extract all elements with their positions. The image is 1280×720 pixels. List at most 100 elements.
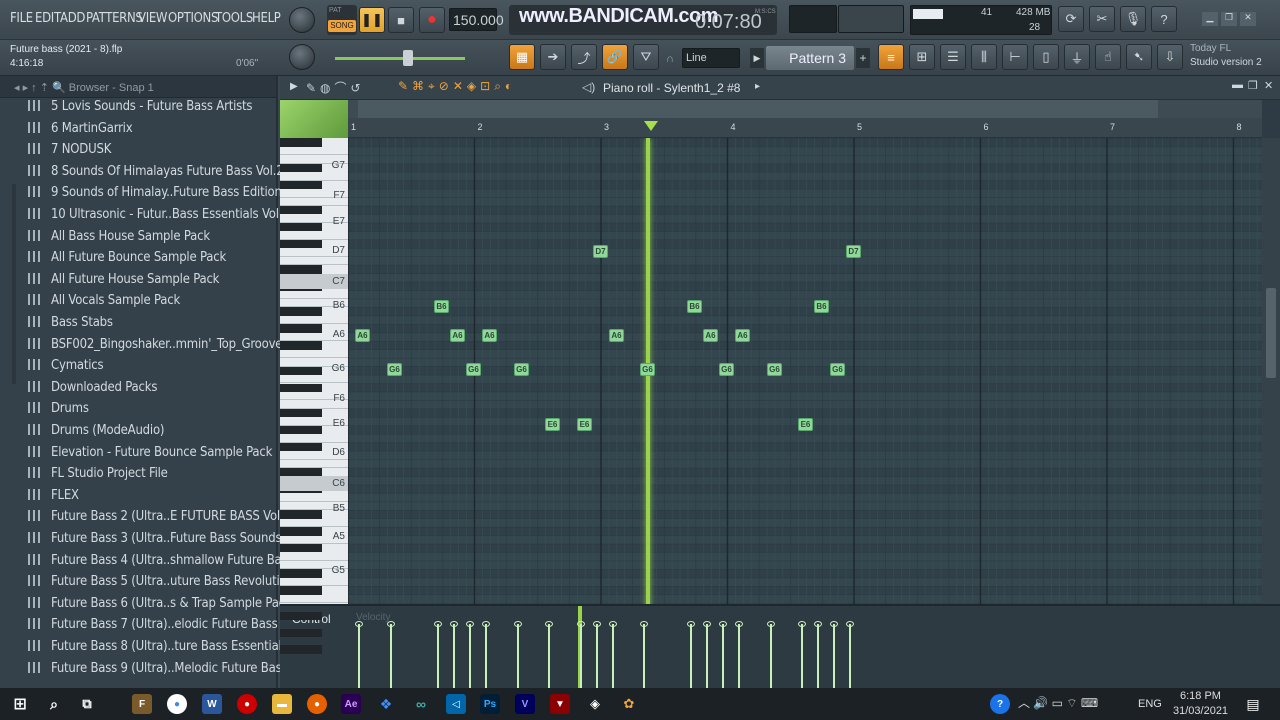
black-key[interactable] [280,239,322,249]
fl-studio-icon[interactable]: F [132,694,152,714]
pat-song-switch[interactable]: PAT SONG [327,5,357,35]
velocity-bar[interactable] [735,621,743,688]
minimize-button[interactable]: ▁ [1202,12,1218,26]
browser-item[interactable]: Drums (ModeAudio) [28,423,164,444]
velocity-handle[interactable] [450,621,458,627]
browser-item[interactable]: Elevation - Future Bounce Sample Pack [28,445,272,466]
velocity-handle[interactable] [767,621,775,627]
tempo-display[interactable]: 150.000 [449,8,504,31]
velocity-bar[interactable] [767,621,775,688]
tools-button[interactable]: ✂ [1089,6,1115,32]
tray-icons[interactable]: ︿ 🔊 ▭ ⌔ ⌨ [1018,694,1098,711]
white-key[interactable] [280,434,348,443]
snap-corner[interactable] [280,100,348,138]
bandicam-icon[interactable]: ● [237,694,257,714]
note[interactable]: D7 [593,245,608,258]
note[interactable]: G6 [514,363,529,376]
velocity-handle[interactable] [387,621,395,627]
black-key[interactable] [280,383,322,392]
help-button[interactable]: ? [1151,6,1177,32]
velocity-bar[interactable] [514,621,522,688]
velocity-handle[interactable] [687,621,695,627]
velocity-handle[interactable] [593,621,601,627]
note[interactable]: G6 [719,363,734,376]
infinity-icon[interactable]: ∞ [411,694,431,714]
velocity-bar[interactable] [798,621,806,688]
browser-item[interactable]: Cymatics [28,358,104,379]
white-key[interactable] [280,460,348,468]
note[interactable]: B6 [814,300,829,313]
refresh-button[interactable]: ⟳ [1058,6,1084,32]
black-key[interactable] [280,206,322,215]
news-line-1[interactable]: Today FL [1190,43,1231,54]
browser-button[interactable]: ⊢ [1002,44,1028,70]
project-button[interactable]: ▯ [1033,44,1059,70]
app3-icon[interactable]: ✿ [619,694,639,714]
menu-options[interactable]: OPTIONS [168,11,218,26]
browser-item[interactable]: Future Bass 8 (Ultra)..ture Bass Essenti… [28,639,288,660]
browser-item[interactable]: 10 Ultrasonic - Futur..Bass Essentials V… [28,207,290,228]
velocity-bar[interactable] [640,621,648,688]
menu-tools[interactable]: TOOLS [215,11,253,26]
step-seq-button[interactable]: ⊞ [909,44,935,70]
plugin-button[interactable]: ⏚ [1064,44,1090,70]
channel-rack-button[interactable]: ☰ [940,44,966,70]
browser-item[interactable]: 6 MartinGarrix [28,121,133,142]
browser-item[interactable]: Drums [28,401,89,422]
velocity-handle[interactable] [703,621,711,627]
white-key[interactable] [280,375,348,384]
title-arrows-icon[interactable]: ▸ [755,81,760,92]
chrome-icon[interactable]: ● [167,694,187,714]
velocity-bar[interactable] [434,621,442,688]
menu-view[interactable]: VIEW [138,11,168,26]
menu-patterns[interactable]: PATTERNS [86,11,143,26]
pause-button[interactable]: ❚❚ [359,7,385,33]
velocity-bar[interactable] [577,621,585,688]
black-key[interactable] [280,163,322,173]
white-key[interactable] [280,493,348,502]
black-key[interactable] [280,138,322,147]
menu-edit[interactable]: EDIT [35,11,61,26]
black-key[interactable] [280,569,322,578]
premiere-icon[interactable]: V [515,694,535,714]
vscode-icon[interactable]: ◁ [446,694,466,714]
vertical-scrollbar[interactable] [1262,138,1280,672]
velocity-handle[interactable] [577,621,585,627]
note[interactable]: A6 [703,329,718,342]
note[interactable]: A6 [450,329,465,342]
browser-item[interactable]: All Future House Sample Pack [28,272,219,293]
velocity-handle[interactable] [545,621,553,627]
task-view-icon[interactable]: ⧉ [77,694,97,714]
velocity-handle[interactable] [798,621,806,627]
white-key[interactable] [280,519,348,528]
note[interactable]: G6 [767,363,782,376]
playhead-marker[interactable] [644,121,658,131]
white-key[interactable] [280,257,348,266]
browser-item[interactable]: Future Bass 7 (Ultra)..elodic Future Bas… [28,617,288,638]
language-indicator[interactable]: ENG [1138,698,1162,710]
master-pitch-knob[interactable] [289,44,315,70]
velocity-handle[interactable] [719,621,727,627]
black-key[interactable] [280,265,322,274]
stop-button[interactable]: ■ [388,7,414,33]
note[interactable]: E6 [545,418,560,431]
black-key[interactable] [280,408,322,418]
dj-button[interactable]: ➷ [1126,44,1152,70]
search-icon[interactable]: ⌕ [44,694,64,714]
overview-strip[interactable] [348,100,1262,118]
note[interactable]: A6 [735,329,750,342]
white-key[interactable] [280,553,348,561]
app-icon[interactable]: ▼ [550,694,570,714]
note[interactable]: E6 [798,418,813,431]
menu-add[interactable]: ADD [60,11,85,26]
word-icon[interactable]: W [202,694,222,714]
white-key[interactable] [280,172,348,181]
add-pattern-button[interactable]: + [856,48,870,68]
after-effects-icon[interactable]: Ae [341,694,361,714]
black-key[interactable] [280,442,322,452]
note[interactable]: A6 [482,329,497,342]
browser-item[interactable]: Future Bass 6 (Ultra..s & Trap Sample Pa… [28,596,292,617]
link-button[interactable]: 🔗 [602,44,628,70]
browser-item[interactable]: 8 Sounds Of Himalayas Future Bass Vol.2 [28,164,284,185]
black-key[interactable] [280,586,322,595]
